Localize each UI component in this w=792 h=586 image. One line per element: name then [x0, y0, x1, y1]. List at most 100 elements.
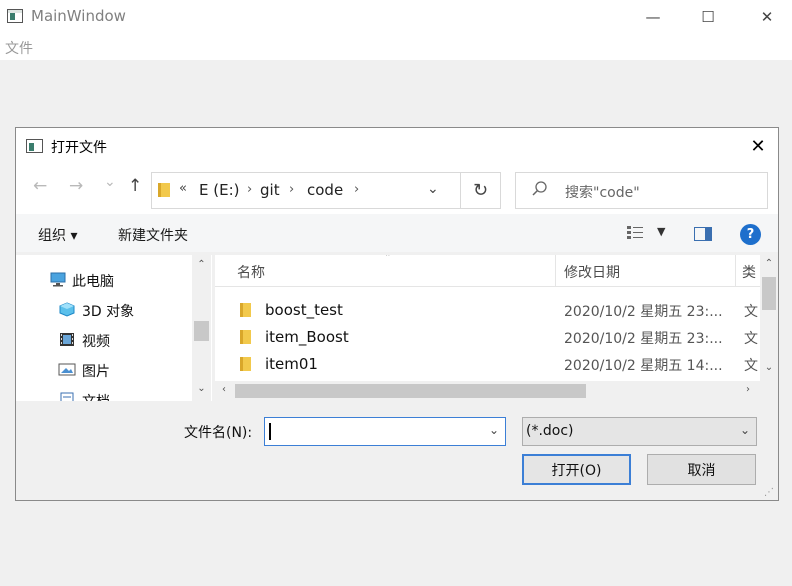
scrollbar-corner — [760, 381, 778, 401]
folder-icon — [240, 303, 251, 317]
column-divider[interactable] — [735, 255, 736, 287]
close-button[interactable]: ✕ — [744, 0, 790, 34]
search-placeholder: 搜索"code" — [565, 185, 640, 201]
tree-label: 3D 对象 — [82, 304, 135, 320]
tree-item-pictures[interactable]: 图片 — [16, 355, 192, 385]
folder-icon — [158, 183, 170, 197]
file-date: 2020/10/2 星期五 23:... — [564, 304, 723, 320]
file-list-vertical-scrollbar[interactable]: ⌃ ⌄ — [760, 255, 778, 381]
scrollbar-thumb[interactable] — [235, 384, 586, 398]
scroll-down-icon[interactable]: ⌄ — [760, 362, 778, 373]
search-input[interactable]: 搜索"code" — [515, 172, 768, 209]
scroll-right-icon[interactable]: › — [739, 384, 757, 395]
computer-icon — [50, 272, 66, 287]
tree-item-documents[interactable]: 文档 — [16, 385, 192, 401]
view-dropdown-icon[interactable]: ▼ — [657, 225, 665, 238]
address-dropdown-icon[interactable]: ⌄ — [427, 181, 439, 197]
file-row-boost-test[interactable]: boost_test 2020/10/2 星期五 23:... 文 — [215, 297, 760, 324]
scroll-up-icon[interactable]: ⌃ — [192, 259, 211, 270]
help-icon[interactable]: ? — [740, 224, 761, 245]
preview-pane-icon[interactable] — [694, 227, 712, 241]
scrollbar-thumb[interactable] — [762, 277, 776, 310]
scrollbar-thumb[interactable] — [194, 321, 209, 341]
open-file-dialog: 打开文件 ✕ ← → ⌄ ↑ « E (E:) › git › code › ⌄… — [15, 127, 779, 501]
file-list: ˆ 名称 修改日期 类 boost_test 2020/10/2 星期五 23:… — [215, 255, 778, 401]
file-type: 文 — [744, 358, 758, 374]
open-button[interactable]: 打开(O) — [522, 454, 631, 485]
column-header: ˆ 名称 修改日期 类 — [215, 255, 760, 287]
file-row-item-boost[interactable]: item_Boost 2020/10/2 星期五 23:... 文 — [215, 324, 760, 351]
navigation-pane-scrollbar[interactable]: ⌃ ⌄ — [192, 255, 211, 401]
column-divider[interactable] — [555, 255, 556, 287]
chevron-down-icon[interactable]: ⌄ — [489, 423, 499, 437]
breadcrumb-separator-icon[interactable]: › — [247, 182, 252, 197]
tree-label: 文档 — [82, 391, 110, 401]
video-icon — [60, 333, 74, 346]
file-list-horizontal-scrollbar[interactable]: ‹ › — [215, 381, 760, 401]
menu-file[interactable]: 文件 — [5, 38, 33, 58]
window-titlebar: MainWindow — ☐ ✕ — [0, 0, 792, 34]
tree-label: 图片 — [82, 364, 110, 380]
file-type: 文 — [744, 331, 758, 347]
navigation-pane: 此电脑 3D 对象 视频 图片 文档 — [16, 255, 212, 401]
maximize-button[interactable]: ☐ — [685, 0, 731, 34]
file-type-filter-select[interactable]: (*.doc) ⌄ — [522, 417, 757, 446]
text-caret — [269, 423, 271, 440]
up-arrow-icon[interactable]: ↑ — [128, 176, 142, 196]
file-name: item_Boost — [265, 328, 349, 346]
minimize-button[interactable]: — — [630, 0, 676, 34]
folder-icon — [240, 330, 251, 344]
column-name[interactable]: 名称 — [237, 262, 265, 282]
file-type: 文 — [744, 304, 758, 320]
app-icon — [7, 9, 23, 23]
file-name: boost_test — [265, 301, 343, 319]
menu-bar — [0, 34, 792, 60]
sort-ascending-icon: ˆ — [385, 255, 391, 265]
dialog-titlebar: 打开文件 ✕ — [16, 128, 778, 164]
column-date-modified[interactable]: 修改日期 — [564, 262, 620, 282]
back-arrow-icon[interactable]: ← — [33, 176, 47, 196]
file-row-item01[interactable]: item01 2020/10/2 星期五 14:... 文 — [215, 351, 760, 378]
file-name: item01 — [265, 355, 318, 373]
documents-icon — [60, 392, 74, 401]
chevron-down-icon[interactable]: ⌄ — [740, 423, 750, 437]
file-type-filter-value: (*.doc) — [526, 423, 574, 439]
tree-item-3d-objects[interactable]: 3D 对象 — [16, 295, 192, 325]
view-mode-icon[interactable] — [626, 225, 644, 241]
folder-icon — [240, 357, 251, 371]
tree-label: 此电脑 — [72, 274, 114, 290]
scroll-down-icon[interactable]: ⌄ — [192, 383, 211, 394]
tree-item-this-pc[interactable]: 此电脑 — [16, 265, 192, 295]
scroll-left-icon[interactable]: ‹ — [215, 384, 233, 395]
pictures-icon — [58, 363, 76, 376]
organize-button[interactable]: 组织 ▾ — [38, 225, 77, 245]
window-title: MainWindow — [31, 7, 126, 25]
recent-locations-icon[interactable]: ⌄ — [104, 174, 116, 190]
dialog-close-button[interactable]: ✕ — [743, 132, 773, 160]
cancel-button[interactable]: 取消 — [647, 454, 756, 485]
scroll-up-icon[interactable]: ⌃ — [760, 258, 778, 269]
refresh-icon[interactable]: ↻ — [460, 173, 500, 208]
column-type[interactable]: 类 — [742, 262, 756, 282]
navigation-row: ← → ⌄ ↑ « E (E:) › git › code › ⌄ ↻ 搜索"c… — [16, 164, 778, 214]
breadcrumb-overflow-icon[interactable]: « — [179, 181, 187, 196]
search-icon — [532, 181, 547, 196]
resize-grip-icon[interactable]: ⋰ — [764, 487, 774, 498]
breadcrumb-drive[interactable]: E (E:) — [199, 181, 239, 199]
filename-label: 文件名(N): — [184, 425, 253, 441]
filename-input[interactable]: ⌄ — [264, 417, 506, 446]
dialog-title: 打开文件 — [51, 140, 107, 156]
file-date: 2020/10/2 星期五 14:... — [564, 358, 723, 374]
tree-item-videos[interactable]: 视频 — [16, 325, 192, 355]
dialog-app-icon — [26, 139, 43, 153]
forward-arrow-icon[interactable]: → — [69, 176, 83, 196]
breadcrumb-code[interactable]: code — [307, 181, 343, 199]
breadcrumb-separator-icon[interactable]: › — [354, 182, 359, 197]
breadcrumb-separator-icon[interactable]: › — [289, 182, 294, 197]
3d-objects-icon — [59, 302, 75, 317]
new-folder-button[interactable]: 新建文件夹 — [118, 225, 188, 245]
tree-label: 视频 — [82, 334, 110, 350]
address-bar[interactable]: « E (E:) › git › code › ⌄ ↻ — [151, 172, 501, 209]
breadcrumb-git[interactable]: git — [260, 181, 280, 199]
dialog-toolbar: 组织 ▾ 新建文件夹 ▼ ? — [16, 214, 778, 252]
